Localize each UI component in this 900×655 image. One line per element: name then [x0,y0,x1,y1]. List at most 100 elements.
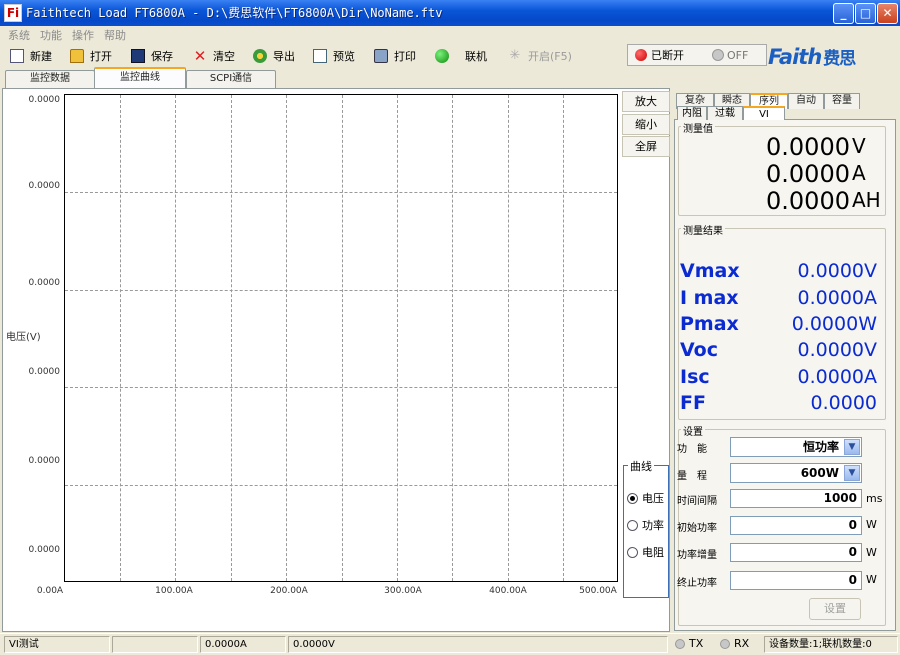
result-value-5: 0.0000 [780,392,877,414]
tab-monitor-data[interactable]: 监控数据 [5,70,95,88]
result-unit: V [864,339,877,361]
results-title: 测量结果 [681,222,725,237]
maximize-button[interactable]: □ [855,3,876,24]
curve-voltage-radio[interactable]: 电压 [627,490,664,506]
tab-scpi[interactable]: SCPI通信 [186,70,276,88]
zoom-in-button[interactable]: 放大 [622,91,670,112]
ah-unit: AH [852,188,881,212]
chevron-down-icon[interactable]: ▼ [844,439,860,455]
curve-power-radio[interactable]: 功率 [627,517,664,533]
subtab-overload[interactable]: 过载 [707,106,743,120]
ah-readout: 0.0000 [766,187,850,215]
tx-indicator: TX [675,637,703,650]
tab-capacity[interactable]: 容量 [824,93,860,109]
tab-monitor-curve[interactable]: 监控曲线 [94,67,186,89]
connect-button[interactable]: 联机 [435,47,487,65]
y-tick-label: 0.0000 [28,181,61,191]
menu-system[interactable]: 系统 [8,27,30,43]
interval-input[interactable]: 1000 [730,489,862,508]
menu-help[interactable]: 帮助 [104,27,126,43]
start-power-input[interactable]: 0 [730,516,862,535]
y-tick-label: 0.0000 [28,367,61,377]
chevron-down-icon[interactable]: ▼ [844,465,860,481]
measure-title: 测量值 [681,120,715,135]
y-tick-label: 0.0000 [28,278,61,288]
grid-line [342,95,343,581]
radio-dot-icon [627,519,638,531]
result-label-1: I max [680,287,739,309]
step-power-unit: W [866,546,877,559]
grid-line [563,95,564,581]
start-power-unit: W [866,518,877,531]
start-button[interactable]: ✳ 开启(F5) [508,47,572,65]
x-tick-label: 500.00A [579,586,617,596]
x-tick-label: 100.00A [155,586,193,596]
close-button[interactable]: ✕ [877,3,898,24]
result-value-0: 0.0000V [780,260,877,282]
export-button[interactable]: 导出 [253,47,295,65]
title-bar[interactable]: Fi Faithtech Load FT6800A - D:\费思软件\FT68… [0,0,900,26]
interval-label: 时间间隔 [677,496,717,507]
x-tick-label: 200.00A [270,586,308,596]
result-value-4: 0.0000A [780,366,877,388]
curve-resistance-radio[interactable]: 电阻 [627,544,664,560]
window-title: Faithtech Load FT6800A - D:\费思软件\FT6800A… [26,6,443,20]
result-label-2: Pmax [680,313,739,335]
y-tick-label: 0.0000 [28,545,61,555]
zoom-out-button[interactable]: 缩小 [622,114,670,135]
start-power-label: 初始功率 [677,523,717,534]
radio-dot-icon [627,546,638,558]
subtab-internal-resistance[interactable]: 内阻 [677,106,707,120]
preview-icon [313,49,327,63]
result-number: 0.0000 [791,313,859,335]
result-unit: A [864,366,877,388]
grid-line [65,192,617,193]
subtab-vi[interactable]: VI [743,106,785,120]
connect-icon [435,49,449,63]
preview-button[interactable]: 预览 [313,47,355,65]
result-number: 0.0000 [797,287,864,309]
status-mode: VI测试 [4,636,110,653]
status-devices: 设备数量:1;联机数量:0 [764,636,898,653]
disconnected-led-icon [635,49,647,61]
status-current: 0.0000A [200,636,286,653]
tab-auto[interactable]: 自动 [788,93,824,109]
grid-line [508,95,509,581]
printer-icon [374,49,388,63]
interval-unit: ms [866,492,883,505]
current-unit: A [852,161,866,185]
export-icon [253,49,267,63]
tx-led-icon [675,639,685,649]
connection-status: 已断开 OFF [627,44,767,66]
status-bar: VI测试 0.0000A 0.0000V TX RX 设备数量:1;联机数量:0 [0,633,900,655]
vi-plot[interactable] [64,94,618,582]
fullscreen-button[interactable]: 全屏 [622,136,670,157]
range-select[interactable]: 600W ▼ [730,463,862,483]
open-button[interactable]: 打开 [70,47,112,65]
print-button[interactable]: 打印 [374,47,416,65]
apply-button[interactable]: 设置 [809,598,861,620]
grid-line [120,95,121,581]
menu-operation[interactable]: 操作 [72,27,94,43]
new-button[interactable]: 新建 [10,47,52,65]
off-led-icon [712,49,724,61]
grid-line [286,95,287,581]
result-label-0: Vmax [680,260,740,282]
menu-function[interactable]: 功能 [40,27,62,43]
result-label-4: Isc [680,366,710,388]
grid-line [452,95,453,581]
status-empty [112,636,198,653]
grid-line [65,290,617,291]
function-select[interactable]: 恒功率 ▼ [730,437,862,457]
save-button[interactable]: 保存 [131,47,173,65]
end-power-input[interactable]: 0 [730,571,862,590]
result-number: 0.0000 [797,339,864,361]
new-file-icon [10,49,24,63]
rx-led-icon [720,639,730,649]
clear-button[interactable]: ✕ 清空 [193,47,235,65]
end-power-label: 终止功率 [677,578,717,589]
minimize-button[interactable]: _ [833,3,854,24]
grid-line [65,485,617,486]
range-label: 量 程 [677,471,707,482]
step-power-input[interactable]: 0 [730,543,862,562]
